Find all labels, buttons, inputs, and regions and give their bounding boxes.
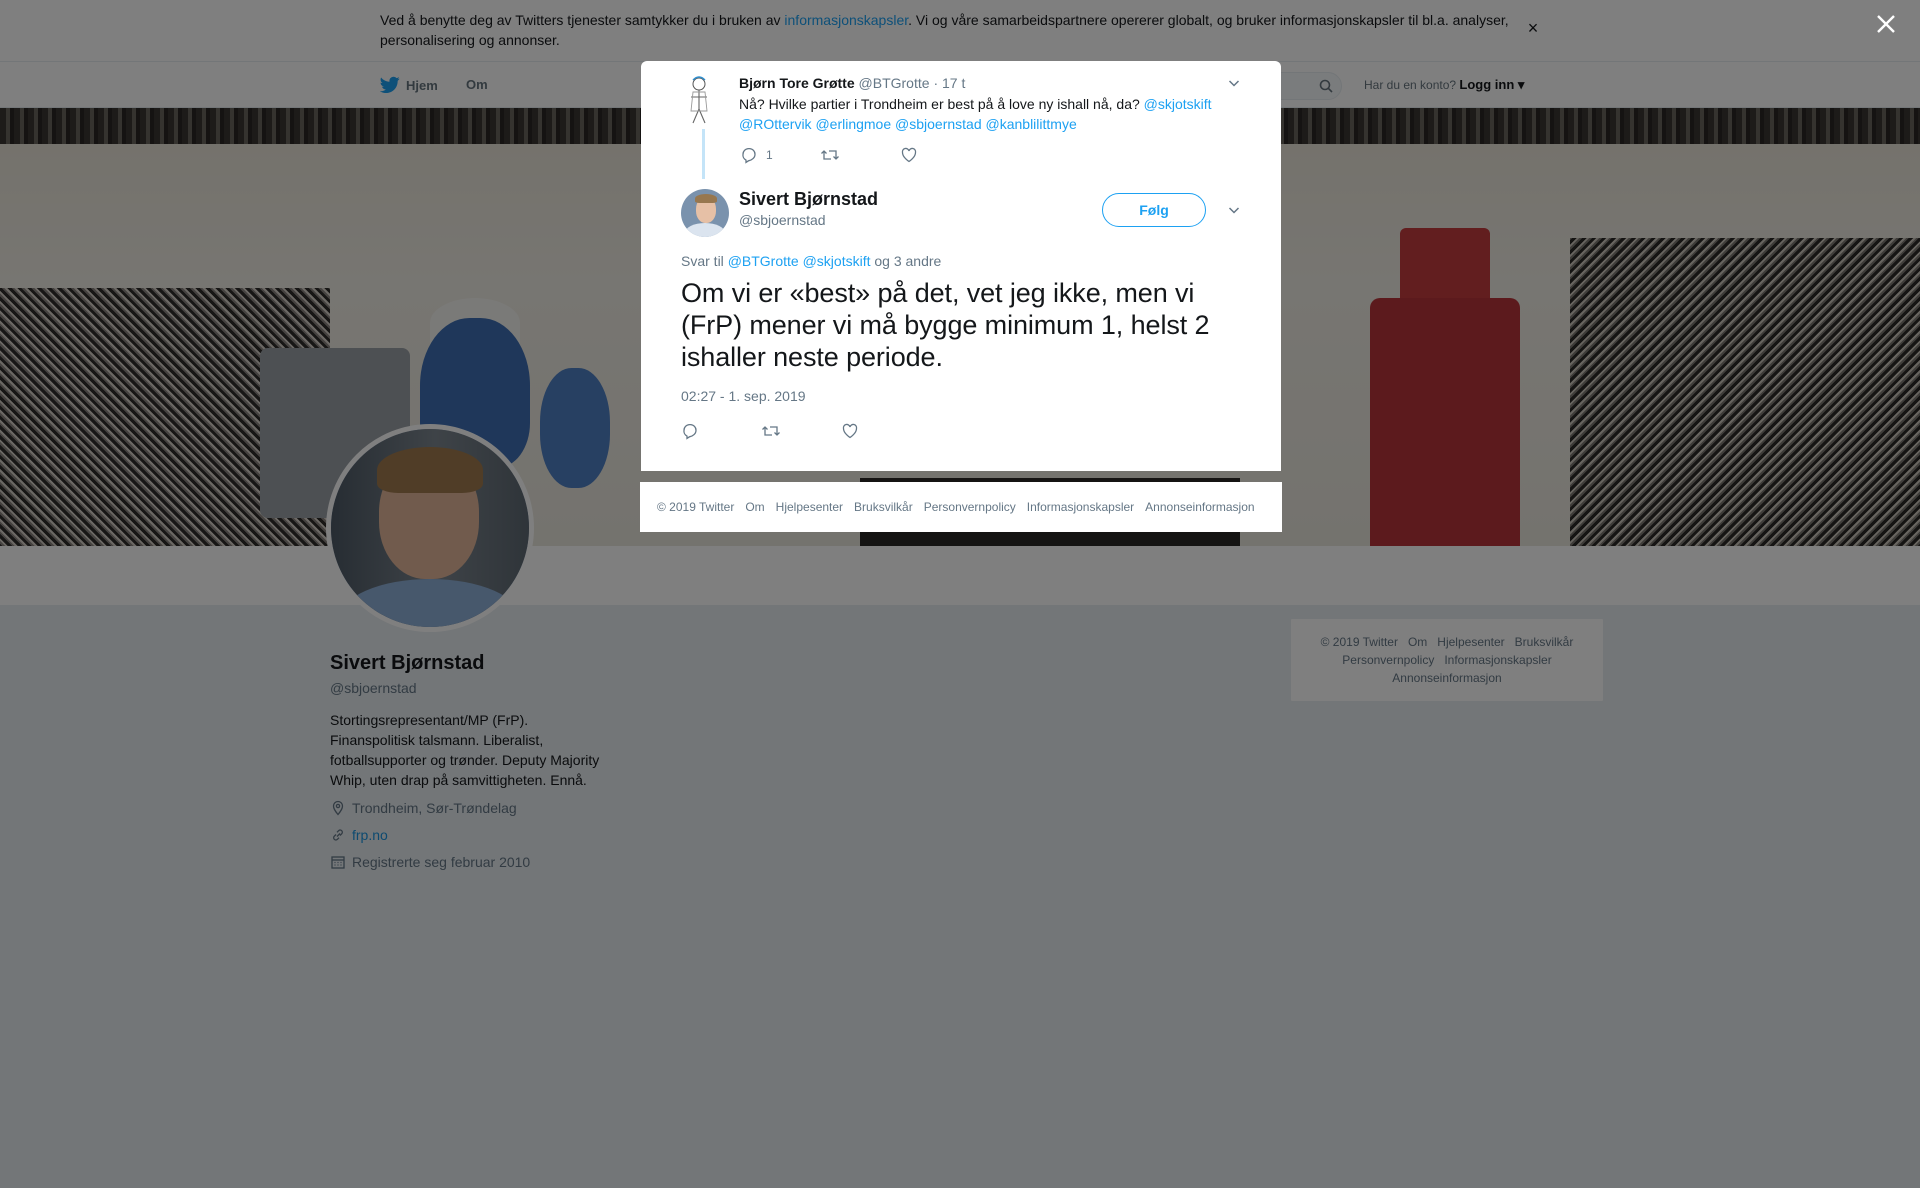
heart-icon: [842, 423, 858, 439]
follow-button[interactable]: Følg: [1102, 193, 1206, 227]
parent-author-handle[interactable]: @BTGrotte: [859, 75, 930, 91]
retweet-icon: [821, 150, 839, 160]
main-author-handle[interactable]: @sbjoernstad: [739, 212, 826, 228]
mention-links[interactable]: @ROttervik @erlingmoe @sbjoernstad @kanb…: [739, 116, 1077, 132]
main-tweet-text: Om vi er «best» på det, vet jeg ikke, me…: [681, 278, 1210, 372]
reply-count: 1: [766, 148, 773, 162]
reply-action[interactable]: [681, 422, 699, 440]
main-tweet-timestamp[interactable]: 02:27 - 1. sep. 2019: [681, 388, 806, 404]
footer-copyright: © 2019 Twitter: [657, 500, 735, 514]
footer-cookies-link[interactable]: Informasjonskapsler: [1027, 500, 1134, 514]
footer-ads-info-link[interactable]: Annonseinformasjon: [1145, 500, 1254, 514]
chevron-down-icon[interactable]: [1226, 75, 1242, 91]
footer-about-link[interactable]: Om: [745, 500, 764, 514]
main-tweet-avatar[interactable]: [681, 189, 729, 237]
parent-author-name[interactable]: Bjørn Tore Grøtte: [739, 75, 855, 91]
retweet-action[interactable]: [820, 146, 840, 164]
retweet-action[interactable]: [761, 422, 781, 440]
like-action[interactable]: [900, 146, 918, 164]
parent-tweet-text: Nå? Hvilke partier i Trondheim er best p…: [739, 96, 1212, 132]
tweet-permalink-modal: Bjørn Tore Grøtte @BTGrotte · 17 t Nå? H…: [641, 61, 1281, 471]
close-icon[interactable]: [1874, 12, 1898, 36]
parent-tweet-time[interactable]: · 17 t: [933, 75, 965, 91]
reply-context: Svar til @BTGrotte @skjotskift og 3 andr…: [681, 253, 942, 269]
parent-tweet-avatar[interactable]: [681, 75, 717, 127]
like-action[interactable]: [841, 422, 859, 440]
heart-icon: [901, 147, 917, 163]
reply-mentions[interactable]: @BTGrotte @skjotskift: [728, 253, 871, 269]
retweet-icon: [762, 426, 780, 436]
footer-help-link[interactable]: Hjelpesenter: [776, 500, 843, 514]
reply-action[interactable]: 1: [740, 146, 773, 164]
mention-link[interactable]: @skjotskift: [1144, 96, 1212, 112]
footer-privacy-link[interactable]: Personvernpolicy: [924, 500, 1016, 514]
footer-terms-link[interactable]: Bruksvilkår: [854, 500, 913, 514]
reply-icon: [742, 147, 756, 164]
thread-connector: [702, 129, 705, 179]
reply-icon: [683, 423, 697, 440]
parent-tweet-header: Bjørn Tore Grøtte @BTGrotte · 17 t: [739, 75, 965, 91]
chevron-down-icon[interactable]: [1226, 202, 1242, 218]
modal-footer: © 2019 Twitter Om Hjelpesenter Bruksvilk…: [640, 482, 1282, 532]
main-author-name[interactable]: Sivert Bjørnstad: [739, 188, 878, 210]
